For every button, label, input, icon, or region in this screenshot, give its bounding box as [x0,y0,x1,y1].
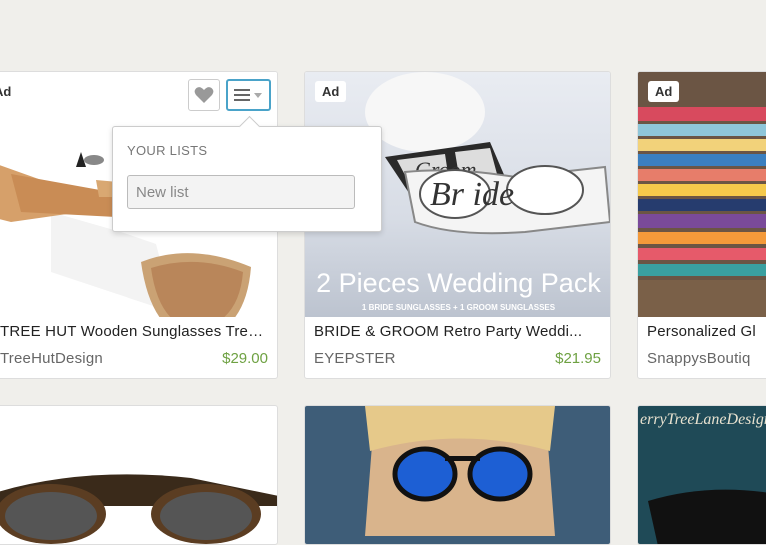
favorite-button[interactable] [188,79,220,111]
shop-name[interactable]: SnappysBoutiq [647,350,751,367]
listing-title[interactable]: BRIDE & GROOM Retro Party Weddi... [314,323,601,340]
listing-card-3[interactable]: Ad Personalized Gl SnappysBoutiq [637,71,766,379]
listing-card-4[interactable] [0,405,278,545]
listing-title[interactable]: Personalized Gl [647,323,766,340]
shop-name[interactable]: TreeHutDesign [0,350,103,367]
teal-glasses-image: erryTreeLaneDesigns [638,406,766,544]
list-menu-icon [233,89,262,101]
ad-badge: Ad [648,81,680,102]
listing-card-6[interactable]: erryTreeLaneDesigns [637,405,766,545]
add-to-list-button[interactable] [226,79,271,111]
listing-card-5[interactable] [304,405,611,545]
lists-heading: YOUR LISTS [127,143,208,158]
shop-script-text: erryTreeLaneDesigns [640,411,766,428]
shop-name[interactable]: EYEPSTER [314,350,396,367]
lists-popover: YOUR LISTS [112,115,382,232]
woman-mirrored-sunglasses-image [305,406,610,544]
tortoiseshell-sunglasses-image [0,474,277,544]
listing-title[interactable]: TREE HUT Wooden Sunglasses Tree... [0,323,268,340]
ad-badge: Ad [0,81,19,102]
wedding-pack-text: 2 Pieces Wedding Pack [316,268,601,298]
bride-image-text: Br ide [430,176,514,213]
new-list-input[interactable] [127,175,355,209]
listing-price: $21.95 [555,350,601,367]
heart-icon [194,87,214,103]
listing-price: $29.00 [222,350,268,367]
ad-badge: Ad [315,81,347,102]
glasses-straps-image [638,72,766,317]
listing-image-3[interactable] [638,72,766,317]
wedding-pack-subtext: 1 BRIDE SUNGLASSES + 1 GROOM SUNGLASSES [362,303,556,312]
